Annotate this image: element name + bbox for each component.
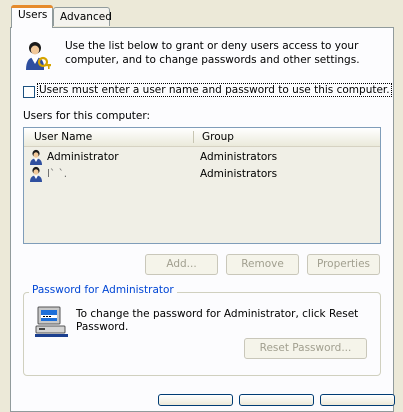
require-password-label-text: Users must enter a user name and passwor… <box>37 83 392 97</box>
intro-text-line1: Use the list below to grant or deny user… <box>65 40 359 52</box>
require-password-label[interactable]: Users must enter a user name and passwor… <box>37 83 392 97</box>
row-group: Administrators <box>200 151 278 163</box>
users-list[interactable]: User Name Group Administrator Administra… <box>23 127 381 244</box>
user-icon <box>30 149 42 165</box>
password-text-line2: Password. <box>76 321 129 333</box>
password-groupbox <box>23 292 381 376</box>
users-list-header: User Name Group <box>24 128 380 147</box>
row-group: Administrators <box>200 168 278 180</box>
password-text-line1: To change the password for Administrator… <box>76 308 359 320</box>
table-row[interactable]: l` `. Administrators <box>24 166 380 182</box>
users-keys-icon <box>26 42 51 70</box>
column-separator[interactable] <box>193 131 194 143</box>
tab-advanced-label: Advanced <box>60 11 112 23</box>
row-user-name: Administrator <box>47 151 119 163</box>
column-header-user-name[interactable]: User Name <box>34 131 92 143</box>
users-list-label: Users for this computer: <box>23 110 151 122</box>
table-row[interactable]: Administrator Administrators <box>24 149 380 165</box>
tab-users-label: Users <box>18 9 48 21</box>
require-password-checkbox[interactable] <box>23 86 35 98</box>
remove-button[interactable]: Remove <box>226 254 299 275</box>
tab-users[interactable]: Users <box>11 5 53 28</box>
computer-password-icon <box>35 306 68 337</box>
cancel-button[interactable] <box>239 394 314 406</box>
intro-text-line2: computer, and to change passwords and ot… <box>65 54 360 66</box>
add-button[interactable]: Add... <box>145 254 218 275</box>
password-group-title: Password for Administrator <box>29 284 177 296</box>
reset-password-button[interactable]: Reset Password... <box>244 338 367 359</box>
user-icon <box>30 166 42 182</box>
row-user-name: l` `. <box>47 168 68 180</box>
properties-button[interactable]: Properties <box>307 254 380 275</box>
apply-button[interactable] <box>320 394 395 406</box>
ok-button[interactable] <box>158 394 233 406</box>
tab-advanced[interactable]: Advanced <box>53 7 112 26</box>
column-header-group[interactable]: Group <box>202 131 234 143</box>
